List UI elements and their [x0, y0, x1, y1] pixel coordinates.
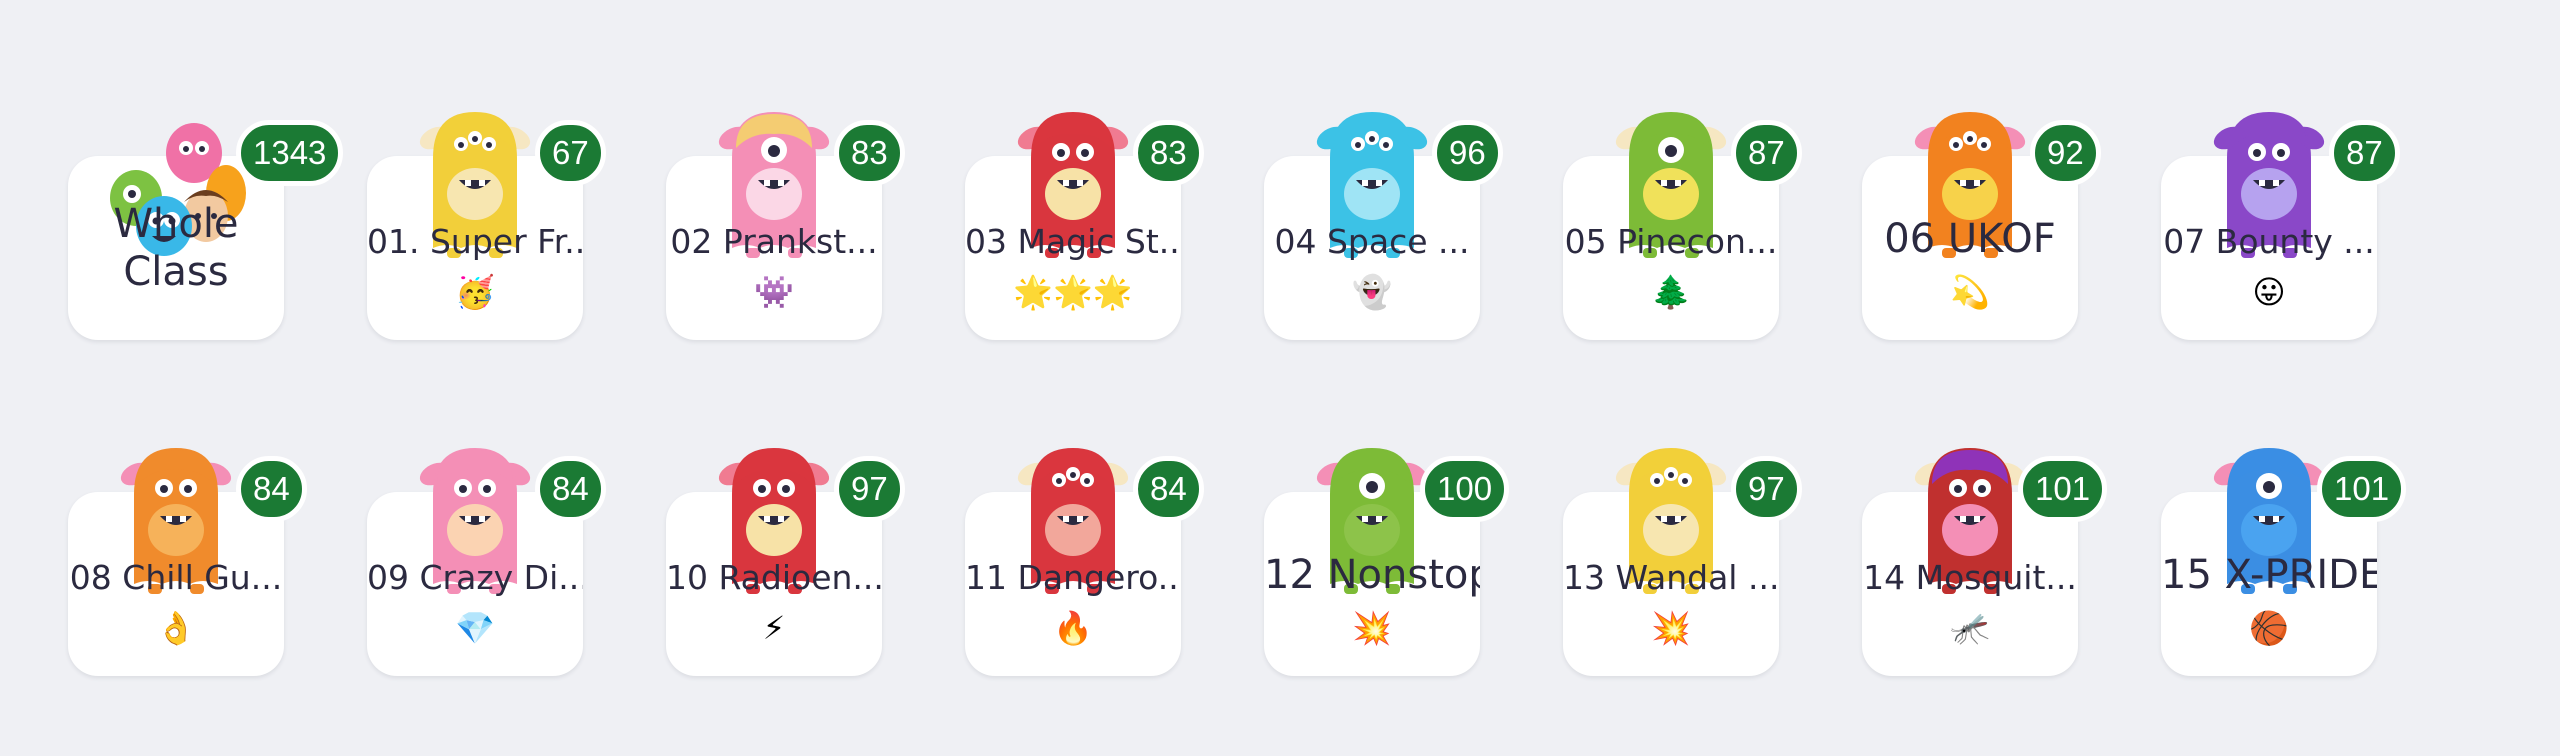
group-tile[interactable]: 84 09 Crazy Di... 💎: [367, 376, 667, 676]
whole-class-tile[interactable]: 1343 Whole Class: [68, 40, 368, 340]
group-emoji: 💎: [455, 609, 495, 647]
group-name: 12 Nonstop: [1264, 552, 1480, 598]
group-name: 01. Super Fr...: [367, 222, 583, 261]
group-emoji: 🥳: [455, 273, 495, 311]
points-badge: 87: [1731, 120, 1802, 186]
points-badge: 83: [1133, 120, 1204, 186]
group-name: 09 Crazy Di...: [367, 558, 583, 597]
group-emoji: 🔥: [1053, 609, 1093, 647]
points-badge: 97: [834, 456, 905, 522]
group-emoji: 🦟: [1950, 609, 1990, 647]
group-emoji: 🏀: [2249, 609, 2289, 647]
points-badge: 84: [236, 456, 307, 522]
group-name: 15 X-PRIDE: [2161, 552, 2377, 598]
group-tile[interactable]: 87 05 Pinecon... 🌲: [1563, 40, 1863, 340]
points-badge: 84: [535, 456, 606, 522]
group-name: Whole Class: [113, 201, 239, 295]
group-name: 02 Prankst...: [670, 222, 878, 261]
group-name: 13 Wandal ...: [1563, 558, 1779, 597]
points-badge: 100: [1420, 456, 1510, 522]
group-tile[interactable]: 92 06 UKOF 💫: [1862, 40, 2162, 340]
group-name: 11 Dangero...: [965, 558, 1181, 597]
group-emoji: 👾: [754, 273, 794, 311]
group-emoji: 💥: [1651, 609, 1691, 647]
group-tile[interactable]: 84 11 Dangero... 🔥: [965, 376, 1265, 676]
group-name: 06 UKOF: [1884, 216, 2056, 262]
group-tile[interactable]: 83 03 Magic St... 🌟🌟🌟: [965, 40, 1265, 340]
group-emoji: 🌟🌟🌟: [1013, 273, 1133, 311]
group-tile[interactable]: 101 15 X-PRIDE 🏀: [2161, 376, 2461, 676]
group-tile[interactable]: 96 04 Space ... 👻: [1264, 40, 1564, 340]
group-name: 03 Magic St...: [965, 222, 1181, 261]
points-badge: 87: [2329, 120, 2400, 186]
group-name: 10 Radioen...: [666, 558, 882, 597]
points-badge: 92: [2030, 120, 2101, 186]
group-tile[interactable]: 100 12 Nonstop 💥: [1264, 376, 1564, 676]
group-tile[interactable]: 97 10 Radioen... ⚡: [666, 376, 966, 676]
points-badge: 101: [2317, 456, 2407, 522]
group-emoji: 👻: [1352, 273, 1392, 311]
group-emoji: 💥: [1352, 609, 1392, 647]
group-name: 05 Pinecon...: [1564, 222, 1778, 261]
group-name: 07 Bounty ...: [2163, 222, 2375, 261]
group-emoji: ⚡: [762, 609, 786, 647]
group-name: 14 Mosquit...: [1863, 558, 2077, 597]
group-tile[interactable]: 97 13 Wandal ... 💥: [1563, 376, 1863, 676]
points-badge: 84: [1133, 456, 1204, 522]
group-tile[interactable]: 83 02 Prankst... 👾: [666, 40, 966, 340]
group-emoji: 🌲: [1651, 273, 1691, 311]
group-tile[interactable]: 67 01. Super Fr... 🥳: [367, 40, 667, 340]
points-badge: 96: [1432, 120, 1503, 186]
points-badge: 101: [2018, 456, 2108, 522]
points-badge: 97: [1731, 456, 1802, 522]
points-badge: 1343: [236, 120, 344, 186]
group-name: 08 Chill Gu...: [69, 558, 283, 597]
points-badge: 83: [834, 120, 905, 186]
points-badge: 67: [535, 120, 606, 186]
group-emoji: 😛: [2252, 273, 2286, 311]
group-name: 04 Space ...: [1274, 222, 1470, 261]
group-emoji: 💫: [1950, 273, 1990, 311]
group-emoji: 👌: [156, 609, 196, 647]
group-tile[interactable]: 84 08 Chill Gu... 👌: [68, 376, 368, 676]
group-tile[interactable]: 87 07 Bounty ... 😛: [2161, 40, 2461, 340]
group-tile[interactable]: 101 14 Mosquit... 🦟: [1862, 376, 2162, 676]
